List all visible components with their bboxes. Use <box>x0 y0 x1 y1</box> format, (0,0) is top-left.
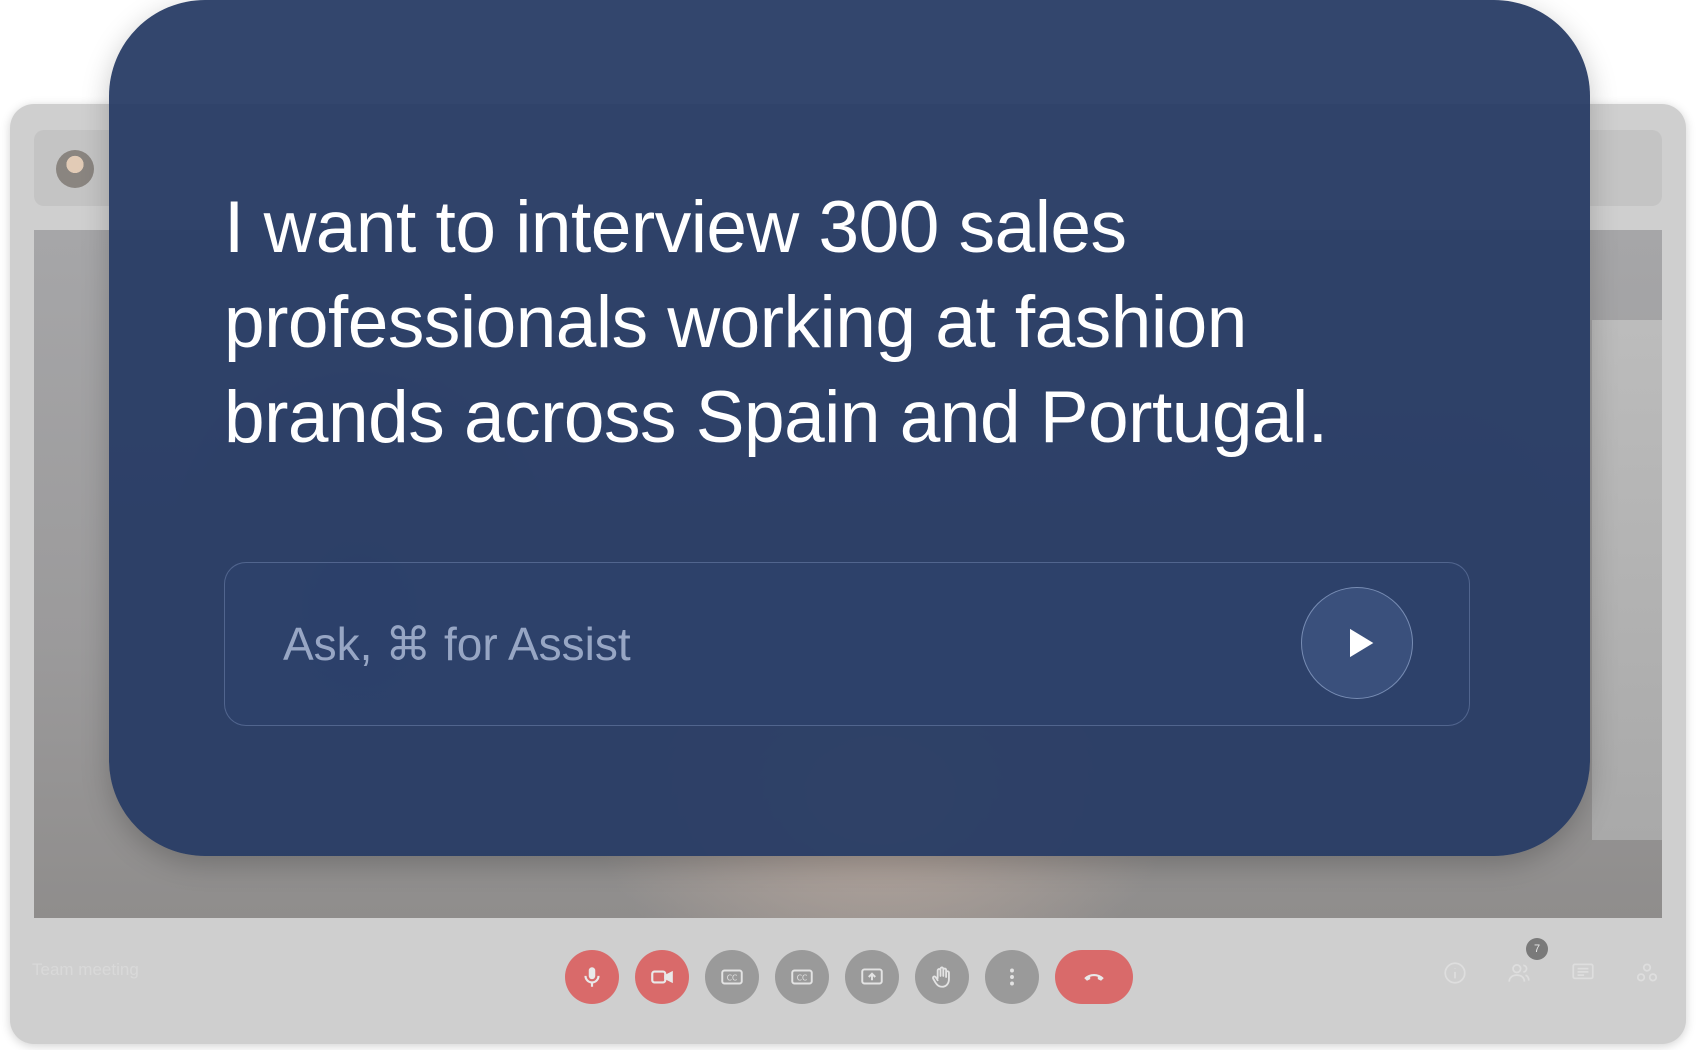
participant-count-badge: 7 <box>1526 938 1548 960</box>
ask-box <box>224 562 1470 726</box>
hand-icon <box>932 966 950 988</box>
camera-button[interactable] <box>635 950 689 1004</box>
raise-hand-button[interactable] <box>915 950 969 1004</box>
ask-input[interactable] <box>281 611 1185 677</box>
activities-button[interactable] <box>1632 958 1662 988</box>
microphone-icon <box>584 967 600 987</box>
closed-captions-icon: CC <box>721 969 743 985</box>
call-controls: CC CC <box>565 950 1133 1004</box>
meeting-title: Team meeting <box>32 960 139 979</box>
stage: Team meeting CC CC 7 I want to interview… <box>0 0 1697 1050</box>
activities-icon <box>1636 963 1658 982</box>
svg-text:CC: CC <box>797 973 808 982</box>
submit-button[interactable] <box>1301 587 1413 699</box>
chat-button[interactable] <box>1568 958 1598 988</box>
video-camera-icon <box>651 970 673 984</box>
present-screen-button[interactable] <box>845 950 899 1004</box>
phone-hangup-icon <box>1084 974 1104 981</box>
prompt-text: I want to interview 300 sales profession… <box>224 187 1328 458</box>
play-icon <box>1350 628 1374 658</box>
captions-button[interactable]: CC <box>705 950 759 1004</box>
present-screen-icon <box>861 968 883 985</box>
svg-text:CC: CC <box>727 973 738 982</box>
chat-icon <box>1572 963 1594 980</box>
captions-language-button[interactable]: CC <box>775 950 829 1004</box>
people-icon <box>1508 964 1530 982</box>
microphone-button[interactable] <box>565 950 619 1004</box>
background-shelf <box>1592 320 1662 840</box>
side-panel-icons: 7 <box>1440 938 1662 988</box>
prompt-card: I want to interview 300 sales profession… <box>109 0 1590 856</box>
closed-captions-icon: CC <box>791 969 813 985</box>
info-button[interactable] <box>1440 958 1470 988</box>
people-button[interactable]: 7 <box>1504 938 1548 988</box>
info-icon <box>1444 962 1466 984</box>
more-options-button[interactable] <box>985 950 1039 1004</box>
end-call-button[interactable] <box>1055 950 1133 1004</box>
more-vertical-icon <box>1010 968 1014 986</box>
participant-avatar[interactable] <box>56 150 94 188</box>
